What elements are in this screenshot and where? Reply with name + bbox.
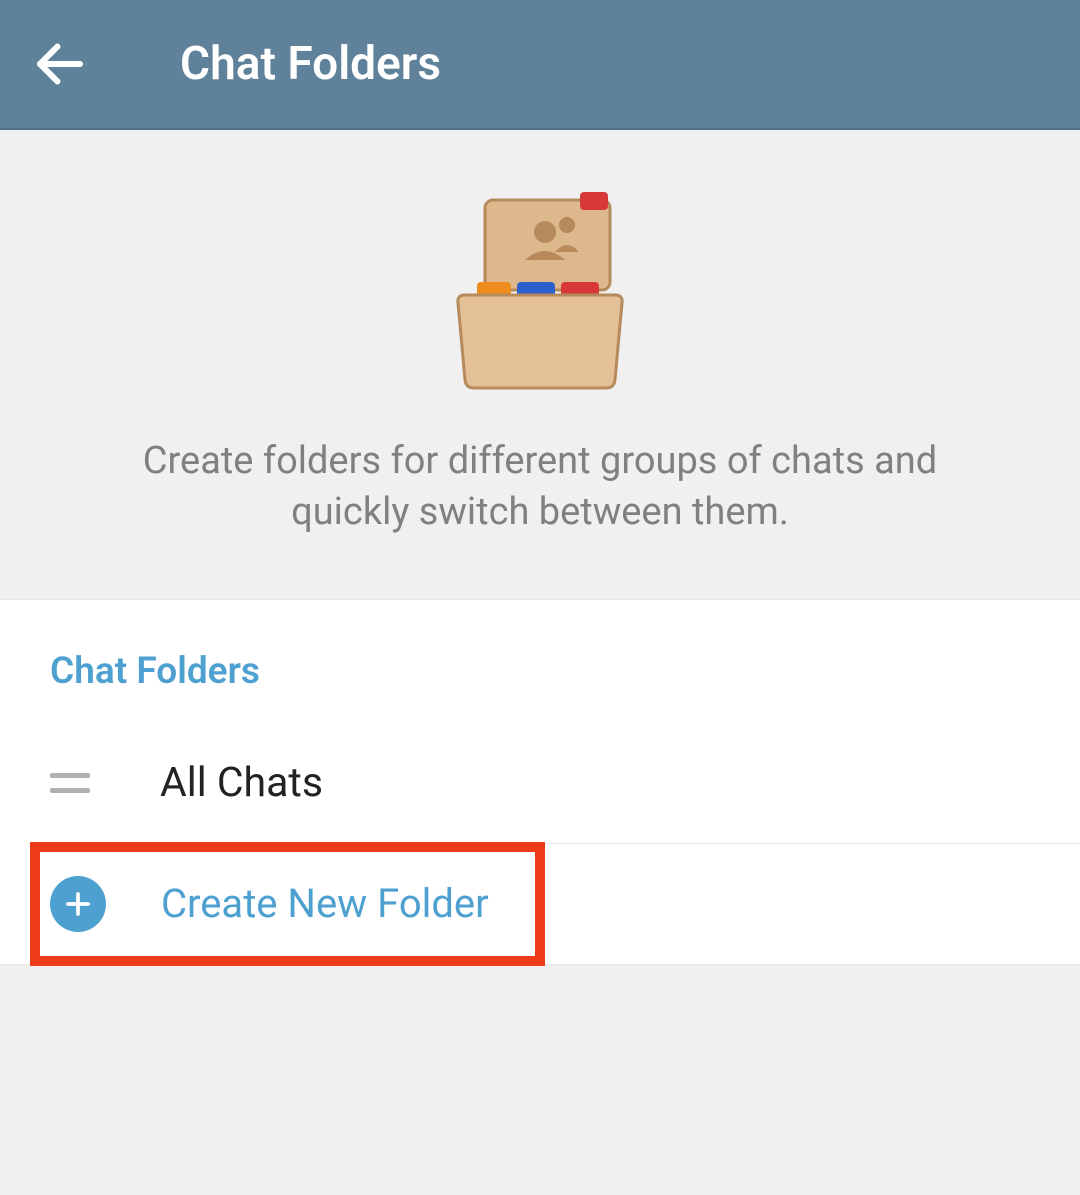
folder-illustration-icon xyxy=(425,170,655,404)
folder-row-all-chats[interactable]: All Chats xyxy=(0,723,1080,843)
create-folder-label: Create New Folder xyxy=(161,880,489,927)
folders-section: Chat Folders All Chats Create New Folder xyxy=(0,599,1080,964)
drag-handle-icon[interactable] xyxy=(50,773,90,793)
create-new-folder-button[interactable]: Create New Folder xyxy=(0,844,1080,964)
plus-icon xyxy=(50,876,106,932)
section-title: Chat Folders xyxy=(0,600,1080,723)
hero-section: Create folders for different groups of c… xyxy=(0,130,1080,599)
footer-spacer xyxy=(0,964,1080,1164)
hero-description: Create folders for different groups of c… xyxy=(105,436,975,539)
page-title: Chat Folders xyxy=(180,37,441,91)
folder-label: All Chats xyxy=(160,759,323,807)
app-header: Chat Folders xyxy=(0,0,1080,130)
back-arrow-icon[interactable] xyxy=(30,34,90,94)
